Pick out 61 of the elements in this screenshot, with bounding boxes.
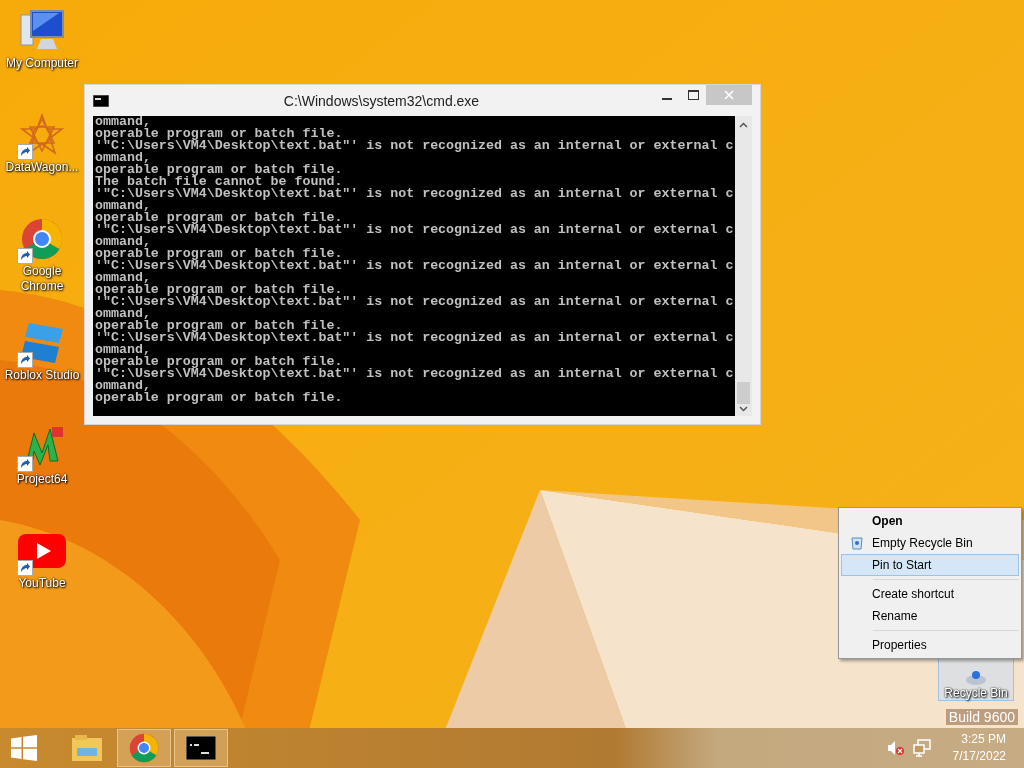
desktop-icon-label[interactable]: Roblox Studio bbox=[4, 368, 80, 383]
console-line: operable program or batch file. bbox=[95, 284, 343, 296]
desktop-icon-label[interactable]: DataWagon... bbox=[5, 160, 79, 175]
console-line: '"C:\Users\VM4\Desktop\text.bat"' is not recognized as an internal or external c bbox=[95, 368, 733, 380]
chrome-icon bbox=[21, 218, 63, 260]
console-line: operable program or batch file. bbox=[95, 356, 343, 368]
console-line: operable program or batch file. bbox=[95, 128, 343, 140]
console-line: '"C:\Users\VM4\Desktop\text.bat"' is not recognized as an internal or external c bbox=[95, 140, 733, 152]
console-line: operable program or batch file. bbox=[95, 212, 343, 224]
console-icon bbox=[93, 94, 109, 107]
menu-item[interactable]: Pin to Start bbox=[841, 554, 1019, 576]
console-line: operable program or batch file. bbox=[95, 164, 344, 176]
menu-item[interactable]: Rename bbox=[841, 605, 1019, 627]
scrollbar[interactable] bbox=[735, 116, 752, 416]
console-line: operable program or batch file. bbox=[95, 392, 344, 404]
build-watermark: Build 9600 bbox=[945, 709, 1018, 725]
desktop-icon-label[interactable]: YouTube bbox=[18, 576, 66, 591]
recycle-bin-icon[interactable]: Recycle Bin bbox=[938, 657, 1014, 701]
console-line: '"C:\Users\VM4\Desktop\text.bat"' is not recognized as an internal or external c bbox=[95, 188, 733, 200]
minimize-icon bbox=[662, 97, 672, 100]
console-line: The batch file cannot be found. bbox=[95, 176, 343, 188]
console-line: ommand, bbox=[95, 308, 151, 320]
chrome-icon bbox=[129, 733, 159, 763]
desktop-icon-label[interactable]: Google Chrome bbox=[1, 264, 83, 294]
console-line: ommand, bbox=[95, 272, 151, 284]
console-line: '"C:\Users\VM4\Desktop\text.bat"' is not recognized as an internal or external c bbox=[95, 224, 733, 236]
network-icon[interactable] bbox=[912, 739, 931, 757]
console-line: ommand, bbox=[95, 380, 151, 392]
clock-time[interactable]: 3:25 PM bbox=[961, 731, 1006, 748]
menu-item[interactable]: Open bbox=[841, 510, 1019, 532]
scrollbar-thumb[interactable] bbox=[737, 382, 750, 404]
console-icon bbox=[186, 736, 216, 760]
maximize-icon bbox=[687, 90, 699, 100]
console-line: ommand, bbox=[95, 236, 151, 248]
console-line: operable program or batch file. bbox=[95, 320, 343, 332]
menu-item[interactable]: Create shortcut bbox=[841, 583, 1019, 605]
console-line: '"C:\Users\VM4\Desktop\text.bat"' is not recognized as an internal or external c bbox=[95, 260, 733, 272]
console-line: '"C:\Users\VM4\Desktop\text.bat"' is not recognized as an internal or external c bbox=[95, 332, 733, 344]
menu-item[interactable]: Properties bbox=[841, 634, 1019, 656]
console-line: ommand, bbox=[95, 152, 151, 164]
recycle-bin-label: Recycle Bin bbox=[944, 686, 1008, 700]
clock-date[interactable]: 7/17/2022 bbox=[952, 748, 1006, 765]
console-line: ommand, bbox=[95, 200, 151, 212]
speaker-muted-icon[interactable] bbox=[886, 740, 905, 756]
tilted-tiles-icon bbox=[19, 321, 65, 365]
console-line: ommand, bbox=[95, 116, 151, 128]
console-line: ommand, bbox=[95, 344, 151, 356]
window-title: C:\Windows\system32\cmd.exe bbox=[282, 92, 481, 109]
desktop-icon-label[interactable]: My Computer bbox=[6, 56, 78, 71]
console-line: '"C:\Users\VM4\Desktop\text.bat"' is not recognized as an internal or external c bbox=[95, 296, 733, 308]
scroll-down-icon[interactable] bbox=[739, 406, 748, 412]
windows-logo-icon bbox=[11, 735, 37, 761]
folder-icon bbox=[71, 734, 103, 762]
trash-bin-icon bbox=[964, 670, 988, 686]
console-line: operable program or batch file. bbox=[95, 248, 343, 260]
close-icon bbox=[724, 90, 734, 100]
taskbar-app-button[interactable] bbox=[174, 729, 228, 767]
menu-item[interactable]: Empty Recycle Bin bbox=[841, 532, 1019, 554]
star-emblem-icon bbox=[20, 113, 64, 157]
scroll-up-icon[interactable] bbox=[739, 122, 748, 128]
desktop-icon-label[interactable]: Project64 bbox=[16, 472, 68, 487]
